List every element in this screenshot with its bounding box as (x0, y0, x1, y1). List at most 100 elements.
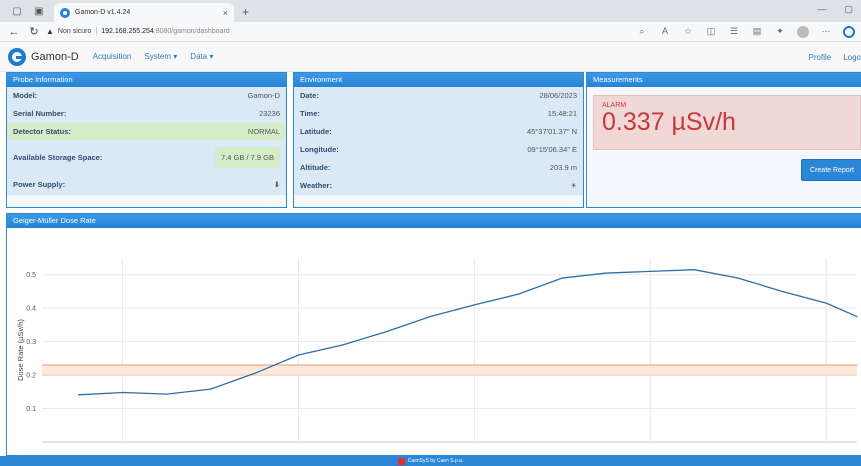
dose-rate-point (693, 269, 695, 271)
dose-rate-value: 0.337 µSv/h (602, 108, 736, 136)
y-tick-label: 0.2 (26, 373, 36, 380)
measurements-panel-header: Measurements (587, 73, 861, 87)
longitude-row: Longitude: 09°15'06.34" E (294, 141, 583, 159)
url-host: 192.168.255.254 (101, 28, 154, 35)
window-controls: — ▢ (817, 4, 853, 15)
dose-rate-point (429, 315, 432, 318)
altitude-value: 203.9 m (549, 163, 577, 172)
reload-icon[interactable]: ↻ (26, 25, 42, 38)
y-tick-label: 0.1 (26, 406, 36, 413)
dose-rate-point (649, 270, 651, 272)
weather-row: Weather: ☀ (294, 177, 583, 195)
tab-actions-icon[interactable]: ▣ (31, 3, 47, 19)
dose-rate-point (209, 388, 212, 390)
probe-panel: Probe Information Model: Gamon-D Serial N… (6, 72, 287, 208)
nav-system[interactable]: System ▾ (144, 52, 177, 61)
dose-rate-point (856, 315, 858, 318)
serial-value: 23236 (259, 109, 280, 118)
latitude-row: Latitude: 45°37'01.37" N (294, 123, 583, 141)
nav-data[interactable]: Data ▾ (190, 52, 213, 61)
back-icon[interactable]: ← (6, 26, 22, 38)
tab-title: Gamon-D v1.4.24 (75, 9, 131, 16)
y-tick-label: 0.4 (26, 306, 36, 313)
model-row: Model: Gamon-D (7, 87, 286, 105)
favicon-icon (60, 7, 70, 18)
dose-rate-series-line (78, 269, 858, 396)
caen-logo-icon (397, 457, 405, 465)
y-axis-label: Dose Rate (µSv/h) (16, 319, 25, 381)
split-icon[interactable]: ◫ (705, 26, 717, 38)
maximize-icon[interactable]: ▢ (844, 4, 853, 15)
profile-avatar[interactable] (797, 25, 809, 38)
nav-profile[interactable]: Profile (809, 53, 832, 62)
dose-rate-point (385, 331, 388, 333)
y-tick-label: 0.3 (26, 339, 36, 346)
sun-icon: ☀ (570, 181, 577, 190)
nav-acquisition[interactable]: Acquisition (93, 52, 132, 61)
brand-title[interactable]: Gamon-D (31, 51, 79, 63)
security-label: Non sicuro (57, 28, 92, 35)
footer: CaenSyS by Caen S.p.a. (0, 456, 861, 466)
dose-rate-point (165, 393, 168, 395)
gamon-logo-icon[interactable] (8, 47, 26, 66)
more-icon[interactable]: ⋯ (820, 26, 832, 38)
status-row: Detector Status: NORMAL (7, 123, 286, 141)
status-badge: NORMAL (247, 127, 280, 136)
y-tick-label: 0.5 (26, 272, 36, 279)
dose-rate-point (825, 302, 827, 304)
tab-close-icon[interactable]: × (223, 8, 228, 18)
dose-rate-point (605, 272, 607, 274)
altitude-row: Altitude: 203.9 m (294, 159, 583, 177)
new-tab-icon[interactable]: + (242, 5, 249, 19)
dose-rate-point (78, 394, 80, 396)
info-panels: Probe Information Model: Gamon-D Serial N… (6, 72, 861, 208)
nav-logout[interactable]: Logo (843, 53, 861, 62)
measurements-panel: Measurements ALARM 0.337 µSv/h Create Re… (586, 72, 861, 208)
create-report-button[interactable]: Create Report (801, 159, 861, 181)
power-row: Power Supply: ⬇ (7, 175, 286, 195)
alarm-box: ALARM 0.337 µSv/h (593, 95, 861, 150)
copilot-icon[interactable] (843, 25, 855, 38)
longitude-value: 09°15'06.34" E (527, 145, 577, 154)
workspaces-icon[interactable]: ▢ (9, 3, 25, 19)
dose-rate-point (341, 344, 344, 346)
dose-rate-point (781, 290, 783, 293)
latitude-value: 45°37'01.37" N (526, 127, 577, 136)
url-field[interactable]: ▲ Non sicuro | 192.168.255.254:8080/gamo… (46, 27, 636, 36)
separator: | (95, 28, 98, 35)
footer-text: CaenSyS by Caen S.p.a. (407, 458, 464, 464)
probe-panel-header: Probe Information (7, 73, 286, 87)
date-row: Date: 28/06/2023 (294, 87, 583, 105)
nav-right: Profile Logo (809, 42, 861, 72)
dose-rate-point (473, 304, 476, 306)
dose-rate-point (297, 354, 300, 356)
browser-tab[interactable]: Gamon-D v1.4.24 × (54, 3, 234, 22)
extensions-icon[interactable]: ✦ (774, 26, 786, 38)
address-bar: ← ↻ ▲ Non sicuro | 192.168.255.254:8080/… (0, 22, 861, 42)
minimize-icon[interactable]: — (817, 4, 826, 15)
plug-icon: ⬇ (273, 180, 280, 189)
read-aloud-icon[interactable]: A (659, 26, 671, 38)
chart-panel-header: Geiger-Müller Dose Rate (7, 214, 861, 228)
dose-rate-point (561, 277, 563, 279)
alarm-threshold-band (42, 365, 857, 376)
dose-rate-chart-panel: Geiger-Müller Dose Rate 0.10.20.30.40.51… (6, 213, 861, 456)
browser-tab-bar: ▢ ▣ Gamon-D v1.4.24 × + — ▢ (0, 0, 861, 22)
serial-row: Serial Number: 23236 (7, 105, 286, 123)
warning-icon: ▲ (46, 27, 54, 36)
time-value: 15:48:21 (547, 109, 577, 118)
zoom-icon[interactable]: ⌕ (636, 26, 648, 38)
storage-row: Available Storage Space: 7.4 GB / 7.9 GB (7, 141, 286, 175)
storage-value: 7.4 GB / 7.9 GB (215, 147, 280, 168)
environment-panel: Environment Date: 28/06/2023 Time: 15:48:2… (293, 72, 584, 208)
date-value: 28/06/2023 (539, 91, 577, 100)
browser-toolbar: ⌕ A ☆ ◫ ☰ ▤ ✦ ⋯ (636, 25, 855, 38)
favorites-icon[interactable]: ☰ (728, 26, 740, 38)
app-navbar: Gamon-D Acquisition System ▾ Data ▾ Prof… (0, 42, 861, 72)
dose-rate-point (122, 391, 124, 394)
dose-rate-point (737, 277, 739, 279)
favorite-star-icon[interactable]: ☆ (682, 26, 694, 38)
collections-icon[interactable]: ▤ (751, 26, 763, 38)
time-row: Time: 15:48:21 (294, 105, 583, 123)
dose-rate-chart: 0.10.20.30.40.515:40:0015:42:0015:44:001… (16, 258, 858, 453)
